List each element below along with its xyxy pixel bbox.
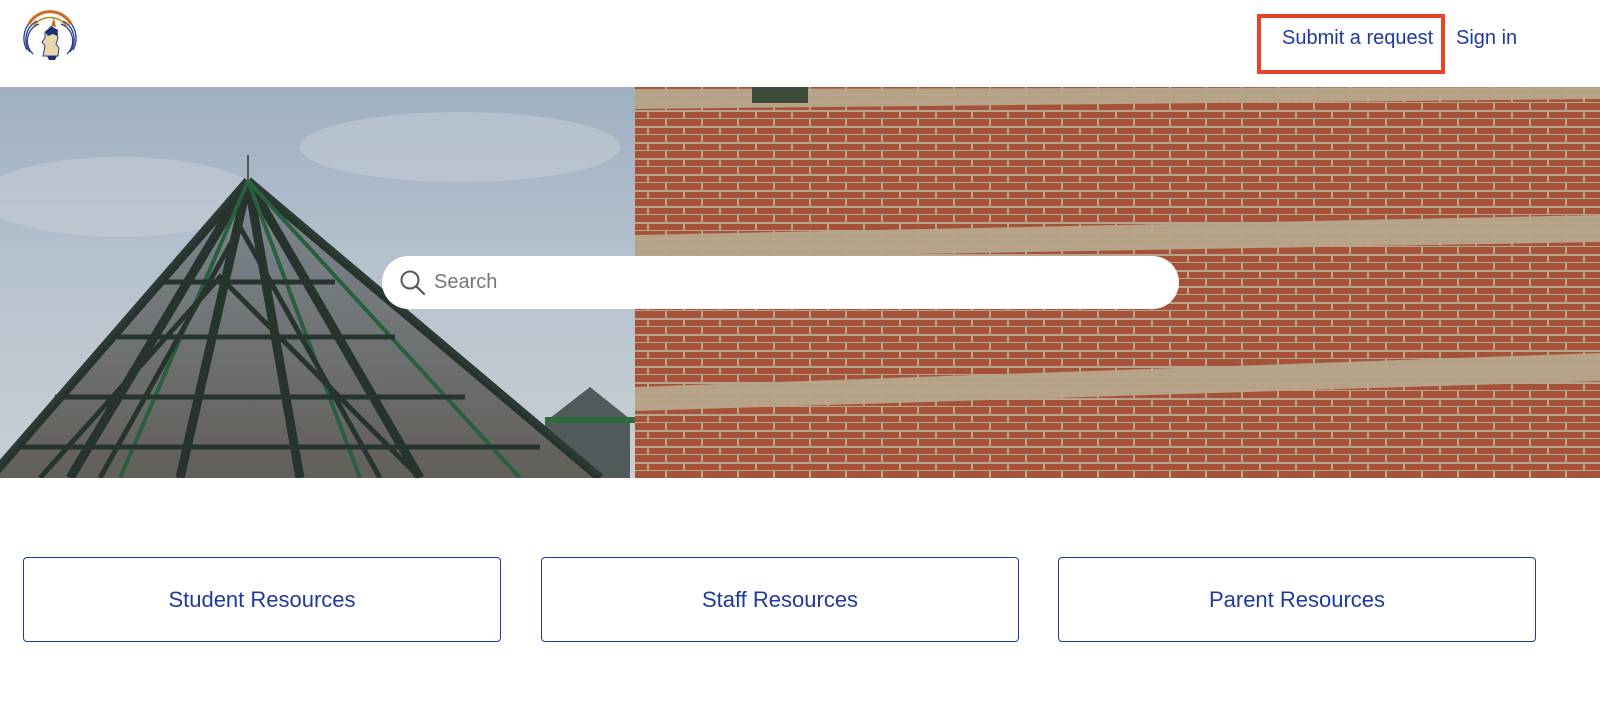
hero-banner xyxy=(0,87,1600,478)
site-header: Submit a request Sign in xyxy=(0,0,1600,87)
submit-request-link[interactable]: Submit a request xyxy=(1282,24,1433,52)
student-resources-block[interactable]: Student Resources xyxy=(23,557,501,642)
block-label: Staff Resources xyxy=(701,586,859,612)
sign-in-link[interactable]: Sign in xyxy=(1456,24,1517,52)
parent-resources-block[interactable]: Parent Resources xyxy=(1058,557,1536,642)
staff-resources-block[interactable]: Staff Resources xyxy=(541,557,1019,642)
search-bar xyxy=(382,256,1179,309)
indian-mascot-logo-icon xyxy=(23,10,77,60)
search-input[interactable] xyxy=(434,264,1154,301)
block-label: Parent Resources xyxy=(1208,586,1386,612)
block-label: Student Resources xyxy=(168,586,356,612)
search-icon xyxy=(400,270,426,296)
